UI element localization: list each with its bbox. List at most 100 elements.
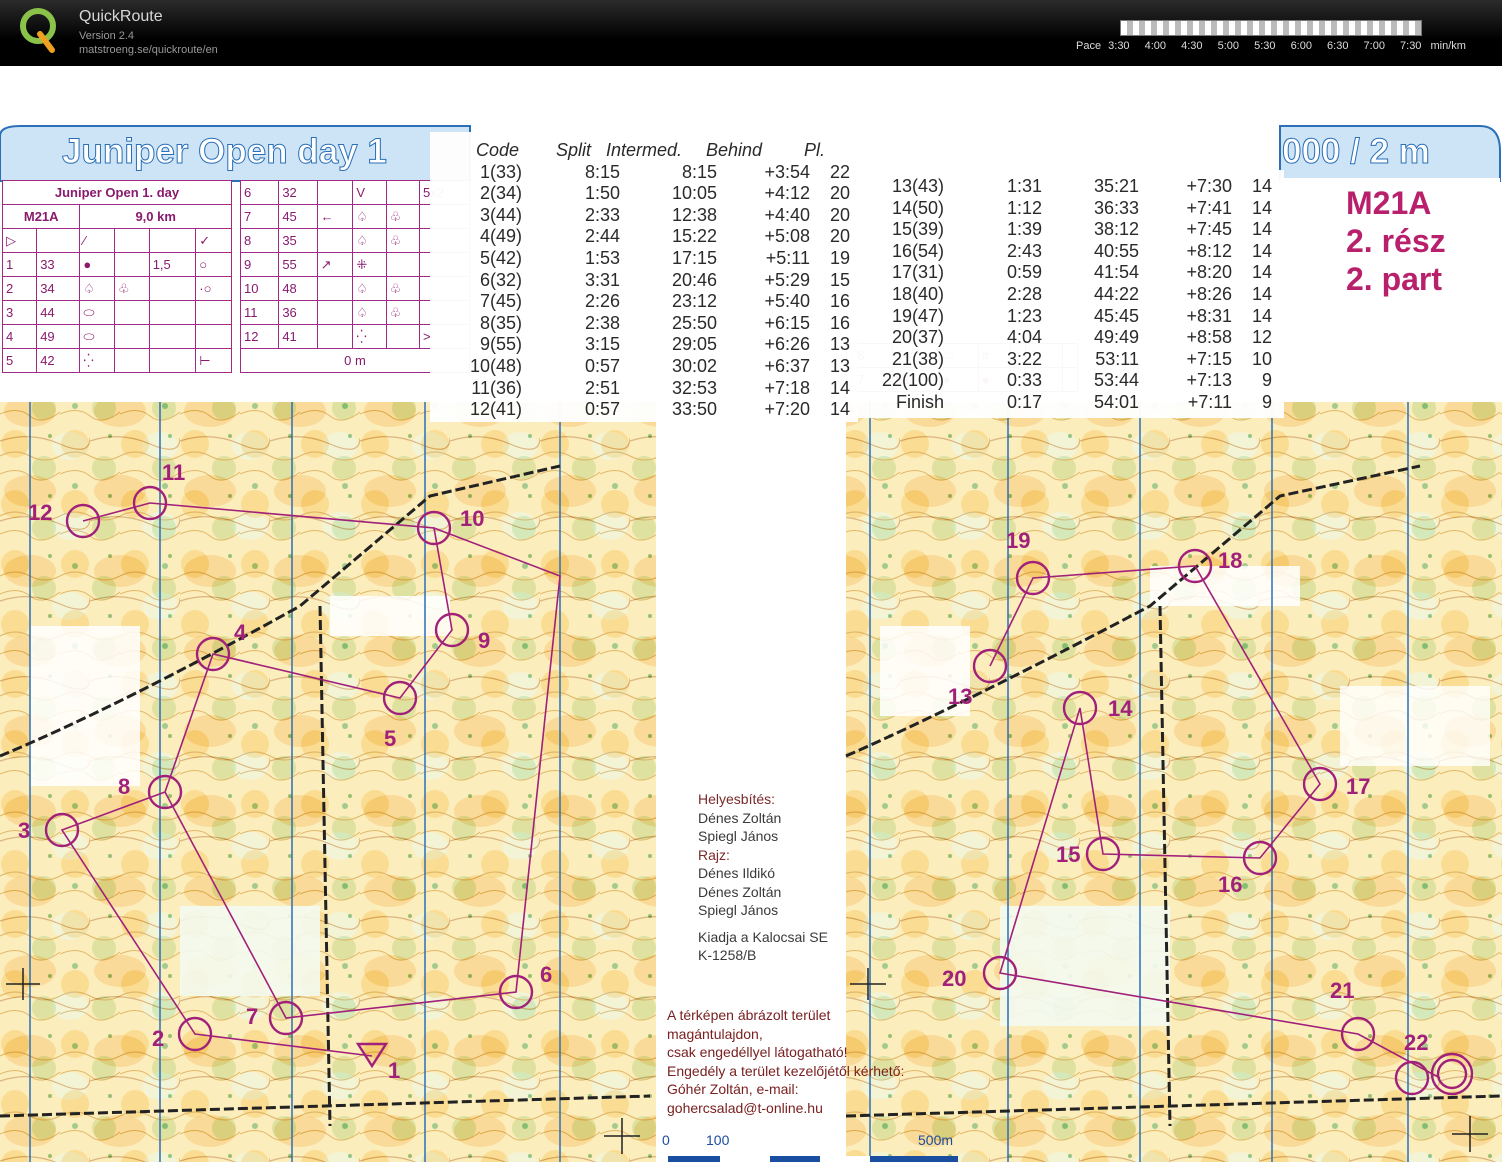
split-cell: 3:22	[1006, 348, 1042, 369]
pace-label: Pace	[1076, 40, 1102, 52]
split-cell: +4:40	[764, 204, 810, 225]
pace-scale: Pace 3:30 4:00 4:30 5:00 5:30 6:00 6:30 …	[1076, 40, 1478, 52]
split-cell: 14	[1251, 176, 1272, 196]
split-cell: 12	[1251, 327, 1272, 348]
split-header-row: Code Split Intermed. Behind Pl.	[430, 140, 858, 162]
control-code: 55	[278, 252, 318, 277]
split-header-cell: Pl.	[804, 140, 826, 160]
notice-line: magántulajdon,	[667, 1025, 763, 1042]
scale-label: 0	[662, 1132, 670, 1148]
control-code: 49	[36, 324, 81, 349]
pace-unit: min/km	[1430, 40, 1466, 52]
split-cell: 0:33	[1006, 370, 1042, 391]
split-row: Finish 0:17 54:01 +7:11 9	[852, 392, 1284, 414]
credit-line: Spiegl János	[698, 828, 779, 844]
control-number-label: 11	[162, 460, 186, 485]
control-number-label: 22	[1404, 1030, 1429, 1055]
control-number: 3	[1, 300, 38, 325]
control-number-label: 21	[1330, 978, 1355, 1003]
split-cell: 45:45	[1093, 305, 1139, 326]
split-cell: 14	[1251, 197, 1272, 218]
split-cell: 54:01	[1093, 392, 1139, 412]
split-cell: 36:33	[1093, 197, 1139, 218]
split-cell: +7:20	[764, 399, 810, 420]
split-cell: +7:13	[1186, 370, 1232, 391]
control-number-label: 13	[948, 684, 973, 709]
split-row: 14(50) 1:12 36:33 +7:41 14	[852, 198, 1284, 220]
split-cell: 14	[829, 377, 850, 398]
control-number-label: 1	[388, 1058, 401, 1083]
split-cell: +6:37	[764, 356, 810, 376]
credit-line: Dénes Ildikó	[698, 865, 776, 881]
split-cell: 20	[829, 204, 850, 225]
class-name: M21A	[1, 204, 81, 229]
control-code: 42	[36, 348, 81, 373]
part-label: 2. rész	[1346, 223, 1446, 259]
split-row: 5(42) 1:53 17:15 +5:11 19	[430, 248, 858, 270]
split-row: 18(40) 2:28 44:22 +8:26 14	[852, 284, 1284, 306]
split-cell: 14	[1251, 240, 1272, 261]
scale-label: 500m	[918, 1132, 954, 1148]
control-number-label: 14	[1108, 696, 1133, 721]
split-cell: 3(44)	[479, 204, 522, 225]
split-row: 1(33) 8:15 8:15 +3:54 22	[430, 162, 858, 184]
split-cell: 4(49)	[479, 226, 522, 247]
split-cell: 15(39)	[891, 219, 944, 240]
credit-line: Spiegl János	[698, 902, 779, 918]
split-cell: 53:11	[1095, 348, 1139, 369]
split-cell: 13	[829, 356, 850, 376]
split-cell: 19	[829, 248, 850, 268]
split-cell: 9	[1261, 370, 1272, 391]
split-cell: 25:50	[671, 312, 717, 333]
split-cell: +8:26	[1186, 284, 1232, 304]
control-number-label: 16	[1218, 872, 1243, 897]
split-cell: +5:11	[765, 248, 810, 268]
split-cell: 20:46	[671, 269, 717, 290]
split-row: 10(48) 0:57 30:02 +6:37 13	[430, 356, 858, 378]
control-number-label: 6	[540, 962, 553, 987]
split-cell: 20	[829, 183, 850, 204]
split-cell: 0:57	[584, 399, 620, 420]
split-cell: 29:05	[671, 334, 717, 355]
map-credits: Helyesbítés: Dénes Zoltán Spiegl János R…	[698, 790, 828, 965]
notice-line: gohercsalad@t-online.hu	[667, 1099, 823, 1116]
split-cell: 3:15	[584, 334, 620, 355]
split-header-cell: Code	[476, 140, 520, 160]
split-cell: 16	[829, 291, 850, 312]
split-row: 12(41) 0:57 33:50 +7:20 14	[430, 399, 858, 421]
credit-line: Rajz:	[698, 846, 730, 863]
split-cell: 18(40)	[891, 284, 944, 304]
split-cell: 40:55	[1093, 240, 1139, 261]
part-label: 2. part	[1346, 261, 1443, 297]
split-cell: 17(31)	[891, 262, 944, 283]
split-cell: 14	[1251, 219, 1272, 240]
pace-tick: 4:30	[1181, 40, 1203, 52]
credit-line: K-1258/B	[698, 947, 757, 963]
credit-line: Dénes Zoltán	[698, 809, 782, 826]
pace-tick: 7:00	[1363, 40, 1385, 52]
control-number-label: 7	[246, 1004, 259, 1029]
split-cell: 10	[1251, 348, 1272, 369]
split-cell: 6(32)	[479, 269, 522, 290]
event-title: Juniper Open 1. day	[2, 180, 232, 205]
split-cell: 0:17	[1006, 392, 1042, 412]
map-canvas[interactable]: Juniper Open day 1 000 / 2 m Juniper Ope…	[0, 66, 1502, 1162]
control-code: 33	[36, 252, 81, 277]
split-cell: +8:58	[1186, 327, 1232, 348]
split-cell: +6:26	[764, 334, 810, 355]
split-cell: 9	[1261, 392, 1272, 412]
split-cell: +5:29	[764, 269, 810, 290]
split-cell: 1:39	[1006, 219, 1042, 240]
split-cell: 33:50	[671, 399, 717, 420]
split-header-cell: Behind	[706, 140, 763, 160]
split-cell: 7(45)	[479, 291, 522, 312]
split-cell: 0:59	[1006, 262, 1042, 283]
split-cell: 49:49	[1093, 327, 1139, 348]
split-cell: 1:31	[1006, 176, 1042, 196]
control-number-label: 8	[118, 774, 131, 799]
control-code: 48	[278, 276, 318, 301]
split-cell: 30:02	[671, 356, 717, 376]
split-row: 17(31) 0:59 41:54 +8:20 14	[852, 262, 1284, 284]
split-cell: +7:11	[1187, 392, 1232, 412]
app-url[interactable]: matstroeng.se/quickroute/en	[79, 44, 218, 56]
